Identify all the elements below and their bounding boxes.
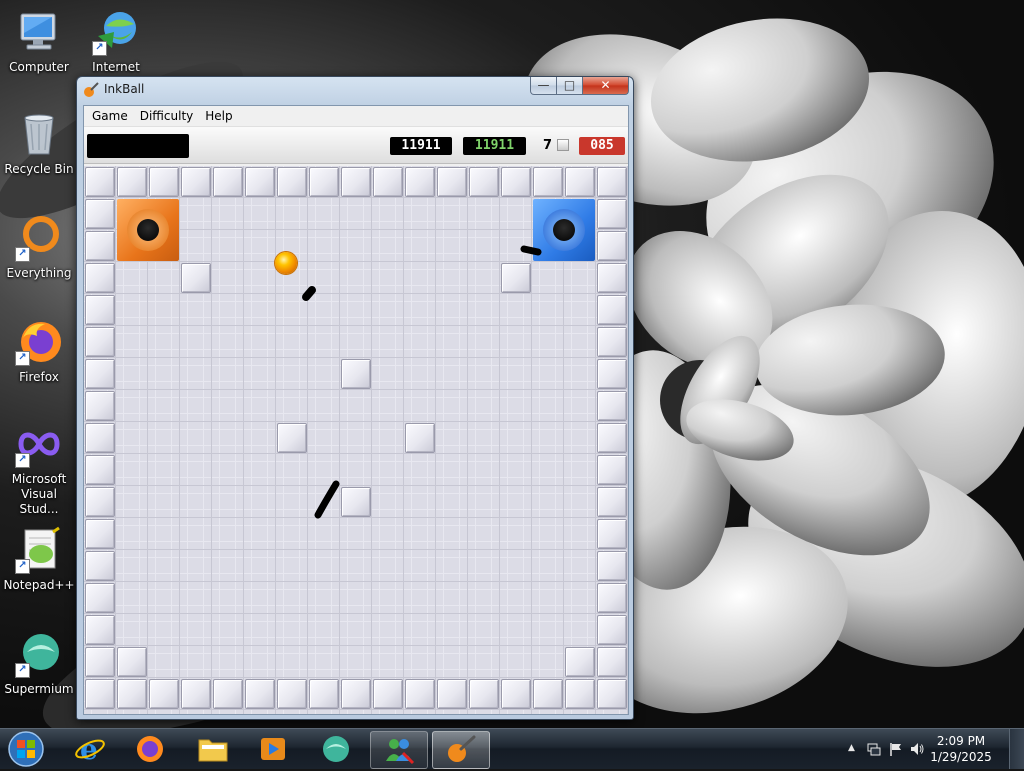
svg-text:e: e (80, 734, 98, 764)
desktop-icon-label: Firefox (19, 370, 59, 384)
inkball-app-icon (83, 82, 99, 98)
firefox-icon (137, 736, 163, 762)
firefox-icon: ↗ (15, 318, 63, 366)
shortcut-arrow-icon: ↗ (15, 559, 30, 574)
ink-stroke (520, 245, 542, 256)
score-bar: 11911 11911 7 085 (84, 127, 628, 164)
everything-search-icon: ↗ (15, 214, 63, 262)
desktop-icon-label: Recycle Bin (4, 162, 74, 176)
desktop-icon-label: Everything (6, 266, 72, 280)
desktop-icon-label: Supermium (4, 682, 74, 696)
inkball-window[interactable]: InkBall — □ ✕ Game Difficulty Help 11911… (76, 76, 634, 720)
desktop-icon-supermium[interactable]: ↗ Supermium (1, 630, 77, 697)
internet-explorer-icon: e (75, 734, 105, 764)
taskbar-windows-explorer[interactable] (185, 731, 241, 767)
system-tray: ▲ 2:09 PM 1/29/2025 (834, 729, 1024, 769)
title-bar[interactable]: InkBall — □ ✕ (77, 77, 633, 103)
shortcut-arrow-icon: ↗ (15, 247, 30, 262)
notepad-plus-plus-icon: ↗ (15, 526, 63, 574)
ink-stroke (314, 480, 340, 519)
menu-bar: Game Difficulty Help (84, 106, 628, 127)
network-icon[interactable] (866, 741, 882, 760)
computer-icon (15, 8, 63, 56)
supermium-icon: ↗ (15, 630, 63, 678)
taskbar-firefox[interactable] (122, 731, 178, 767)
balls-remaining-count: 7 (543, 138, 553, 153)
maximize-button[interactable]: □ (557, 77, 583, 95)
current-score: 11911 (390, 137, 452, 155)
desktop-icon-firefox[interactable]: ↗ Firefox (1, 318, 77, 385)
menu-difficulty[interactable]: Difficulty (134, 106, 200, 126)
desktop-icon-label: Notepad++ (3, 578, 75, 592)
messenger-icon (386, 739, 415, 765)
system-clock[interactable]: 2:09 PM 1/29/2025 (926, 733, 996, 765)
taskbar-supermium[interactable] (308, 731, 364, 767)
desktop-icon-recycle-bin[interactable]: Recycle Bin (1, 110, 77, 177)
inkball-icon (448, 735, 476, 762)
desktop-icon-notepad-plus-plus[interactable]: ↗ Notepad++ (1, 526, 77, 593)
shortcut-arrow-icon: ↗ (15, 453, 30, 468)
taskbar: e ▲ 2:09 PM 1/29/2025 (0, 728, 1024, 769)
taskbar-media-player[interactable] (245, 731, 301, 767)
minimize-button[interactable]: — (530, 77, 557, 95)
action-center-flag-icon[interactable] (888, 741, 904, 760)
menu-game[interactable]: Game (86, 106, 134, 126)
desktop-icon-label: Computer (9, 60, 69, 74)
close-button[interactable]: ✕ (583, 77, 629, 95)
timer-display: 085 (579, 137, 625, 155)
supermium-icon (323, 736, 349, 762)
media-player-icon (261, 738, 285, 760)
desktop-icon-visual-studio[interactable]: ↗ Microsoft Visual Stud... (1, 420, 77, 517)
desktop-icon-internet[interactable]: ↗ Internet (78, 8, 154, 75)
volume-icon[interactable] (909, 741, 925, 760)
shortcut-arrow-icon: ↗ (15, 663, 30, 678)
menu-help[interactable]: Help (199, 106, 238, 126)
visual-studio-icon: ↗ (15, 420, 63, 468)
taskbar-messenger[interactable] (370, 731, 428, 769)
desktop-icon-everything[interactable]: ↗ Everything (1, 214, 77, 281)
start-button[interactable] (4, 730, 48, 768)
taskbar-internet-explorer[interactable]: e (62, 731, 118, 767)
message-display (87, 134, 189, 158)
caption-buttons: — □ ✕ (530, 77, 629, 97)
desktop-icon-label: Microsoft Visual Stud... (11, 472, 67, 516)
high-score: 11911 (463, 137, 526, 155)
show-hidden-icons-chevron-icon[interactable]: ▲ (848, 743, 855, 753)
shortcut-arrow-icon: ↗ (15, 351, 30, 366)
desktop-icon-computer[interactable]: Computer (1, 8, 77, 75)
shortcut-arrow-icon: ↗ (92, 41, 107, 56)
balls-remaining-icon (557, 139, 569, 151)
clock-date: 1/29/2025 (930, 750, 992, 764)
game-board[interactable] (84, 166, 628, 714)
taskbar-inkball[interactable] (432, 731, 490, 769)
internet-download-manager-icon: ↗ (92, 8, 140, 56)
desktop-icon-label: Internet (92, 60, 140, 74)
clock-time: 2:09 PM (936, 734, 986, 748)
folder-icon (198, 739, 228, 762)
ink-strokes (302, 245, 542, 519)
ink-stroke (302, 286, 316, 301)
window-title: InkBall (104, 82, 145, 96)
show-desktop-button[interactable] (1009, 729, 1024, 769)
window-client-area: Game Difficulty Help 11911 11911 7 085 (83, 105, 629, 715)
recycle-bin-icon (15, 110, 63, 158)
